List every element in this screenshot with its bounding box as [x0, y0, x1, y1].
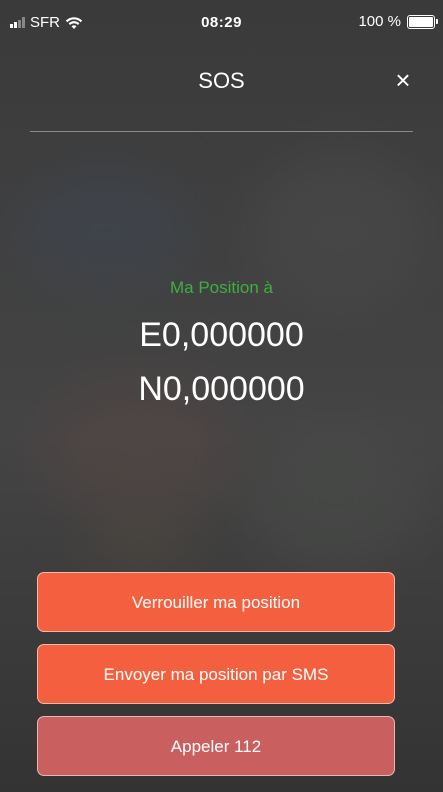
status-right: 100 %: [358, 13, 438, 30]
close-icon[interactable]: ×: [389, 66, 417, 94]
call-112-button[interactable]: Appeler 112: [37, 716, 395, 776]
battery-icon: [407, 14, 438, 29]
battery-percentage: 100 %: [358, 13, 401, 30]
longitude-value: E0,000000: [139, 316, 304, 354]
header-divider: [30, 131, 413, 132]
position-label: Ma Position à: [170, 278, 273, 297]
lock-position-button[interactable]: Verrouiller ma position: [37, 572, 395, 632]
background-blur: [80, 520, 200, 580]
status-bar: SFR 08:29 100 %: [0, 0, 443, 44]
send-sms-button[interactable]: Envoyer ma position par SMS: [37, 644, 395, 704]
background-blur: [250, 420, 420, 570]
latitude-value: N0,000000: [138, 370, 305, 408]
page-title: SOS: [198, 68, 245, 93]
background-blur: [20, 170, 190, 290]
battery-level-fill: [409, 16, 433, 27]
sos-screen: SFR 08:29 100 % SOS × Ma Position à E0,0…: [0, 0, 443, 792]
